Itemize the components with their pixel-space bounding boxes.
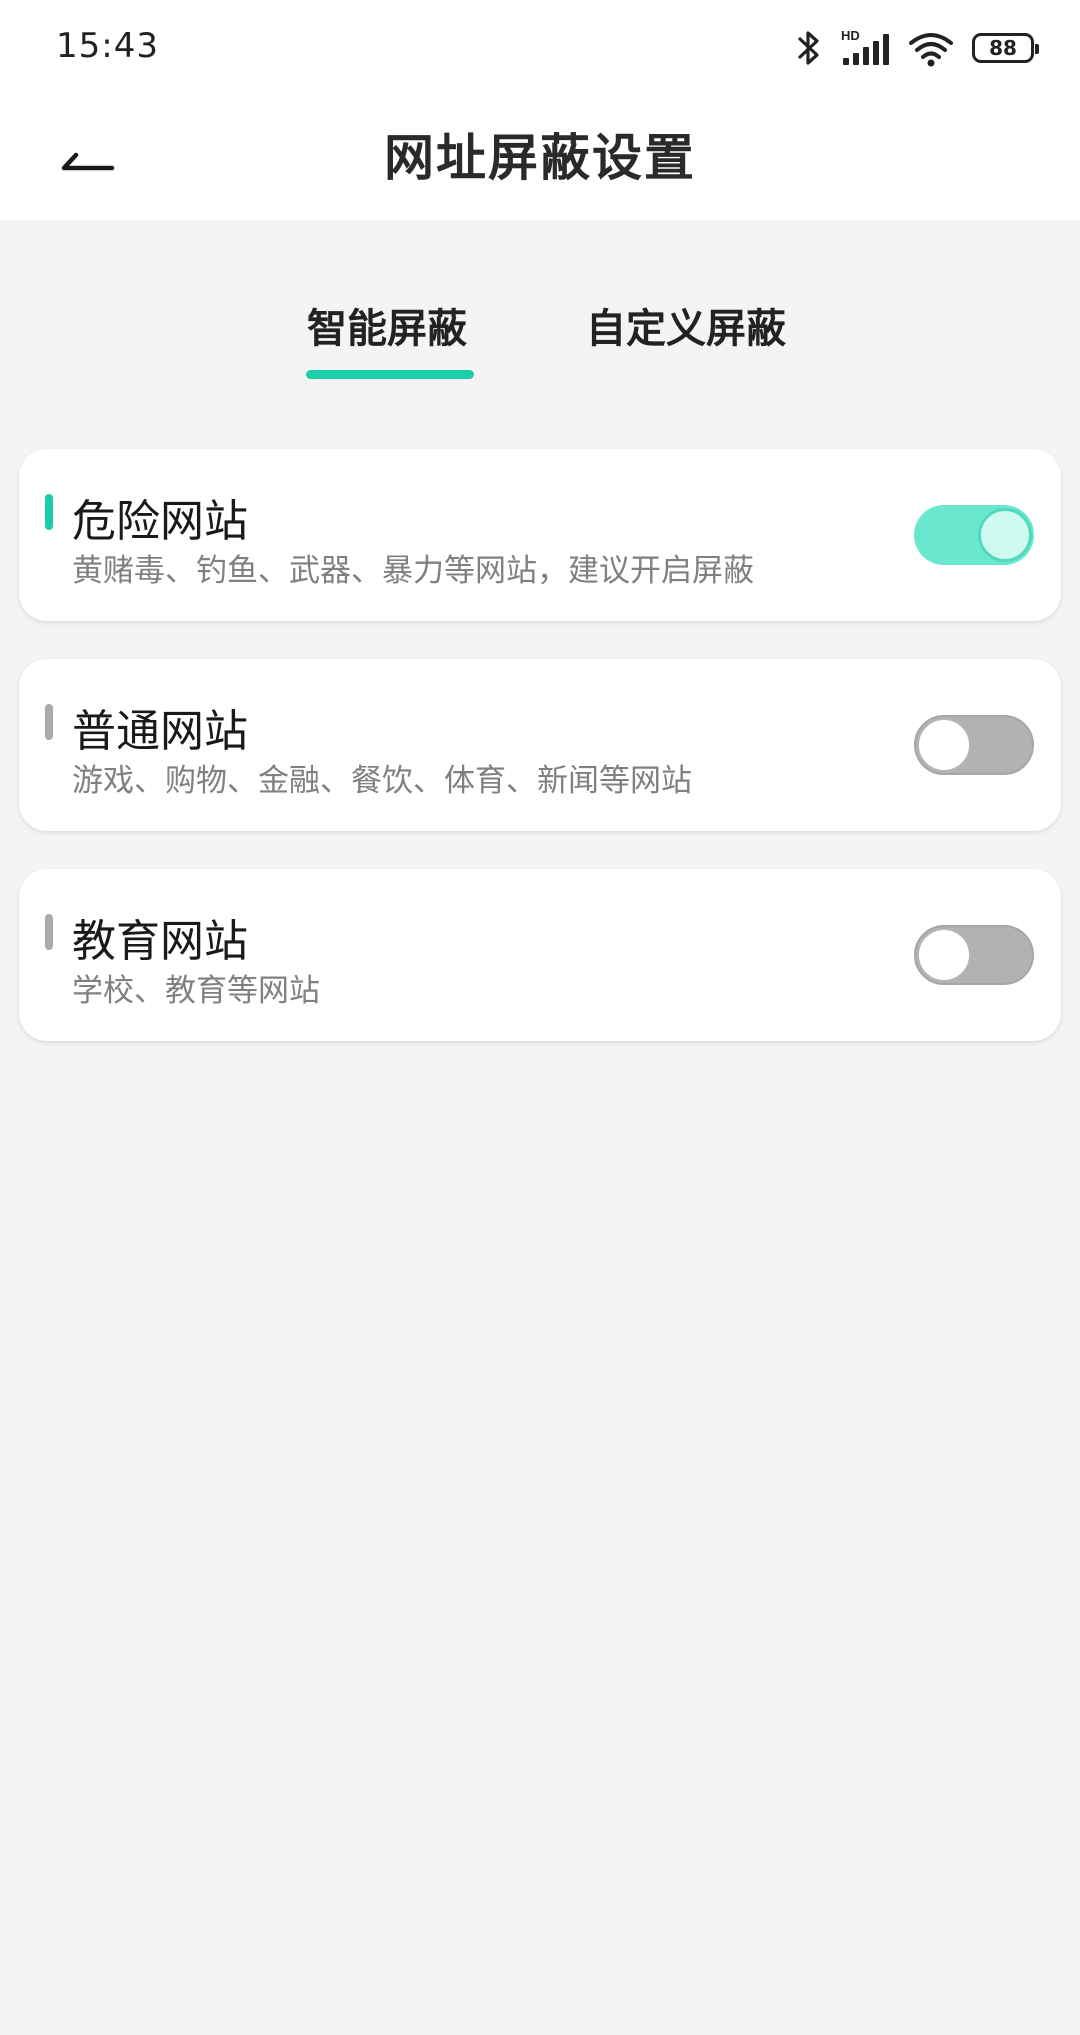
tab-bar: 智能屏蔽 自定义屏蔽 xyxy=(0,220,1080,390)
page-title: 网址屏蔽设置 xyxy=(384,129,696,187)
list-item-dangerous-sites: 危险网站 黄赌毒、钓鱼、武器、暴力等网站，建议开启屏蔽 xyxy=(19,449,1061,621)
battery-level: 88 xyxy=(989,36,1017,60)
header: 网址屏蔽设置 xyxy=(0,96,1080,220)
item-marker xyxy=(45,914,53,950)
item-marker xyxy=(45,494,53,530)
toggle-knob xyxy=(917,718,971,772)
item-title: 危险网站 xyxy=(72,496,248,547)
list-item-general-sites: 普通网站 游戏、购物、金融、餐饮、体育、新闻等网站 xyxy=(19,659,1061,831)
hd-cellular-signal-icon: HD xyxy=(841,28,889,65)
item-title: 教育网站 xyxy=(72,916,248,967)
wifi-icon xyxy=(909,33,953,67)
item-marker xyxy=(45,704,53,740)
tab-custom-block[interactable]: 自定义屏蔽 xyxy=(586,296,786,354)
status-bar: 15:43 HD 88 xyxy=(0,0,1080,96)
item-description: 黄赌毒、钓鱼、武器、暴力等网站，建议开启屏蔽 xyxy=(72,553,754,589)
list-item-education-sites: 教育网站 学校、教育等网站 xyxy=(19,869,1061,1041)
education-sites-toggle[interactable] xyxy=(914,925,1034,985)
toggle-knob xyxy=(917,928,971,982)
hd-label: HD xyxy=(841,28,860,43)
item-description: 学校、教育等网站 xyxy=(72,973,320,1009)
general-sites-toggle[interactable] xyxy=(914,715,1034,775)
bluetooth-icon xyxy=(798,31,819,65)
item-description: 游戏、购物、金融、餐饮、体育、新闻等网站 xyxy=(72,763,692,799)
dangerous-sites-toggle[interactable] xyxy=(914,505,1034,565)
status-icons: HD 88 xyxy=(796,24,1039,72)
active-tab-indicator xyxy=(306,370,474,379)
toggle-knob xyxy=(978,508,1032,562)
status-time: 15:43 xyxy=(56,26,159,66)
tab-smart-block[interactable]: 智能屏蔽 xyxy=(307,296,467,354)
item-title: 普通网站 xyxy=(72,706,248,757)
battery-icon: 88 xyxy=(972,33,1039,63)
